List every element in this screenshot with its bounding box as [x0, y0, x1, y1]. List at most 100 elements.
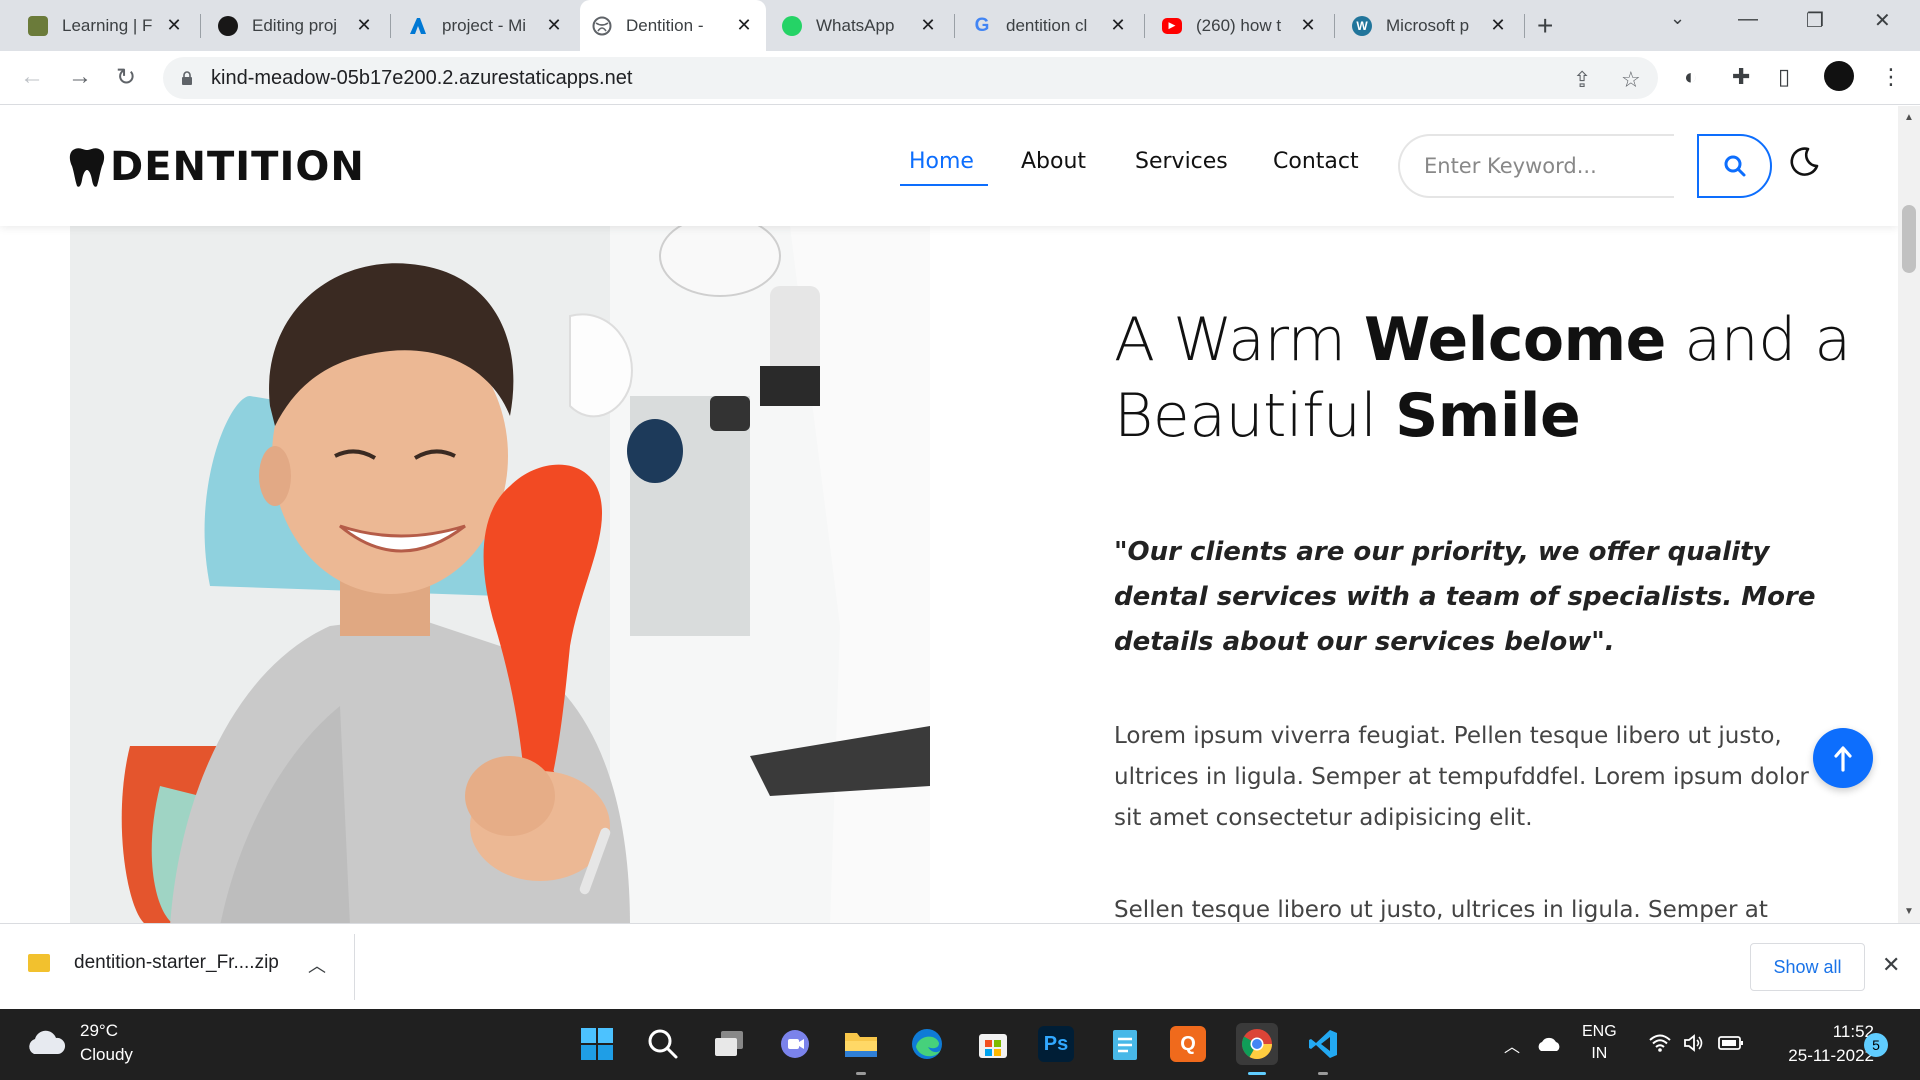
tab-separator [954, 14, 955, 38]
cloud-icon [29, 1030, 66, 1054]
close-tab-icon[interactable]: ✕ [164, 15, 184, 36]
close-tab-icon[interactable]: ✕ [544, 15, 564, 36]
arrow-up-icon [1834, 746, 1852, 772]
address-bar[interactable]: kind-meadow-05b17e200.2.azurestaticapps.… [163, 57, 1658, 99]
site-logo[interactable]: DENTITION [68, 144, 365, 190]
download-divider [354, 934, 355, 1000]
chevron-up-icon[interactable]: ︿ [308, 952, 326, 978]
close-icon[interactable]: ✕ [1882, 952, 1900, 978]
chrome-menu-icon[interactable]: ⋮ [1880, 64, 1902, 90]
tab-azure-devops[interactable]: project - Mi ✕ [396, 0, 576, 51]
tab-title: WhatsApp [816, 15, 895, 35]
hero-quote: "Our clients are our priority, we offer … [1114, 537, 1816, 657]
back-button[interactable]: ← [20, 63, 44, 91]
tab-title: (260) how t [1196, 15, 1282, 35]
nav-home[interactable]: Home [909, 149, 974, 174]
forward-button[interactable]: → [68, 63, 92, 91]
teams-chat-icon[interactable] [774, 1023, 816, 1065]
close-tab-icon[interactable]: ✕ [734, 15, 754, 36]
system-clock[interactable]: 11:52 25-11-2022 [1764, 1020, 1874, 1068]
minimize-button[interactable]: — [1738, 8, 1758, 31]
extensions-puzzle-icon[interactable]: ✚ [1732, 64, 1750, 90]
hero-title: A Warm Welcome and a Beautiful Smile [1114, 302, 1874, 454]
hero-title-emphasis: Welcome [1364, 305, 1666, 375]
share-icon[interactable]: ⇪ [1573, 67, 1591, 93]
download-item[interactable]: dentition-starter_Fr....zip [28, 952, 279, 974]
language-code: ENG [1582, 1023, 1617, 1040]
nav-contact[interactable]: Contact [1273, 149, 1359, 174]
volume-icon[interactable] [1682, 1033, 1706, 1053]
quick-heal-icon[interactable]: Q [1170, 1026, 1206, 1062]
download-filename: dentition-starter_Fr....zip [74, 952, 279, 973]
region-code: IN [1591, 1045, 1608, 1062]
wordpress-icon: W [1352, 15, 1372, 36]
tab-search-chevron-icon[interactable]: ⌄ [1670, 8, 1685, 29]
restore-button[interactable]: ❐ [1806, 8, 1824, 33]
scrollbar-thumb[interactable] [1902, 205, 1916, 273]
file-explorer-icon[interactable] [840, 1023, 882, 1075]
hero-title-part: A Warm [1114, 305, 1365, 375]
profile-avatar[interactable] [1824, 61, 1854, 91]
start-icon[interactable] [576, 1023, 618, 1065]
close-tab-icon[interactable]: ✕ [1108, 15, 1128, 36]
globe-icon [592, 16, 612, 36]
wifi-icon[interactable] [1648, 1033, 1672, 1053]
notification-badge[interactable]: 5 [1864, 1033, 1888, 1057]
tab-wordpress[interactable]: W Microsoft p ✕ [1340, 0, 1520, 51]
tab-github[interactable]: Editing proj ✕ [206, 0, 386, 51]
chrome-icon[interactable] [1236, 1023, 1278, 1075]
close-tab-icon[interactable]: ✕ [1298, 15, 1318, 36]
weather-description: Cloudy [80, 1045, 133, 1064]
photoshop-icon[interactable]: Ps [1038, 1026, 1074, 1062]
scroll-up-arrow-icon[interactable]: ▲ [1904, 112, 1914, 123]
edge-icon[interactable] [906, 1023, 948, 1065]
search-button[interactable] [1697, 134, 1772, 198]
onedrive-cloud-icon[interactable] [1536, 1035, 1562, 1053]
close-tab-icon[interactable]: ✕ [354, 15, 374, 36]
bookmark-star-icon[interactable]: ☆ [1621, 67, 1641, 93]
youtube-icon: ▶ [1162, 17, 1182, 34]
search-field[interactable] [1398, 134, 1674, 198]
nav-active-underline [900, 184, 988, 186]
tray-overflow-chevron-icon[interactable]: ︿ [1504, 1033, 1520, 1057]
url-text: kind-meadow-05b17e200.2.azurestaticapps.… [211, 66, 633, 89]
new-tab-button[interactable]: + [1537, 10, 1553, 42]
search-icon[interactable] [642, 1023, 684, 1065]
scroll-down-arrow-icon[interactable]: ▼ [1904, 906, 1914, 917]
page-scrollbar[interactable]: ▲ ▼ [1898, 106, 1920, 923]
close-tab-icon[interactable]: ✕ [918, 15, 938, 36]
tab-dentition[interactable]: Dentition - ✕ [580, 0, 766, 51]
tab-learning[interactable]: Learning | F ✕ [16, 0, 196, 51]
web-page: DENTITION Home About Services Contact En… [0, 106, 1898, 923]
lock-icon[interactable] [181, 71, 193, 85]
store-icon[interactable] [972, 1023, 1014, 1065]
tooth-icon [69, 148, 105, 187]
tab-separator [1144, 14, 1145, 38]
tab-google-search[interactable]: G dentition cl ✕ [960, 0, 1140, 51]
close-window-button[interactable]: ✕ [1874, 8, 1891, 33]
nav-about[interactable]: About [1021, 149, 1086, 174]
reload-button[interactable]: ↻ [116, 63, 136, 92]
tab-youtube[interactable]: ▶ (260) how t ✕ [1150, 0, 1330, 51]
notepad-icon[interactable] [1104, 1023, 1146, 1065]
clock-time: 11:52 [1832, 1022, 1874, 1041]
hero-paragraph: Sellen tesque libero ut justo, ultrices … [1114, 897, 1768, 923]
hero-image [70, 226, 930, 923]
side-panel-icon[interactable]: ▯ [1778, 64, 1790, 90]
tab-separator [1334, 14, 1335, 38]
input-language[interactable]: ENG IN [1582, 1021, 1617, 1065]
back-to-top-button[interactable] [1813, 728, 1873, 788]
tab-title: dentition cl [1006, 15, 1088, 35]
close-tab-icon[interactable]: ✕ [1488, 15, 1508, 36]
weather-widget[interactable]: 29°C Cloudy [26, 1019, 133, 1067]
tab-whatsapp[interactable]: WhatsApp ✕ [770, 0, 950, 51]
extension-vpn-icon[interactable]: ◐ [1684, 64, 1697, 90]
nav-services[interactable]: Services [1135, 149, 1228, 174]
vscode-icon[interactable] [1302, 1023, 1344, 1075]
battery-icon[interactable] [1718, 1035, 1744, 1051]
dark-mode-moon-icon[interactable] [1788, 146, 1820, 178]
search-input[interactable] [1424, 154, 1664, 178]
show-all-button[interactable]: Show all [1750, 943, 1865, 991]
weather-temperature: 29°C [80, 1021, 118, 1040]
task-view-icon[interactable] [708, 1023, 750, 1065]
